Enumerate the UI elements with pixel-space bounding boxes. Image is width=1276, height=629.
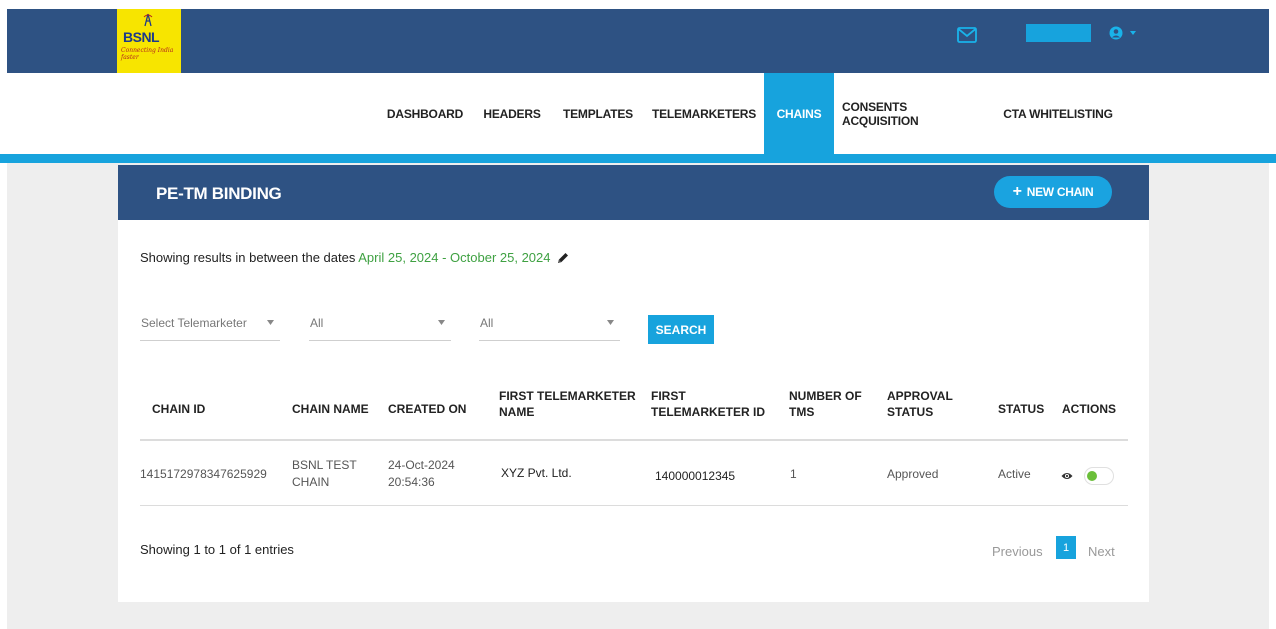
chevron-down-icon (607, 320, 614, 325)
cell-chain-name-line1: BSNL TEST (292, 458, 357, 472)
nav-telemarketers[interactable]: TELEMARKETERS (652, 73, 756, 154)
chevron-down-icon (438, 320, 445, 325)
col-header-first-tm-name-line1: FIRST TELEMARKETER (499, 389, 636, 403)
pagination-previous[interactable]: Previous (992, 544, 1043, 559)
col-header-approval-status-line1: APPROVAL (887, 389, 953, 403)
user-icon[interactable] (1109, 26, 1123, 40)
col-header-chain-id: CHAIN ID (152, 402, 206, 416)
top-bar: BSNL Connecting India faster (7, 9, 1269, 73)
date-prefix: Showing results in between the dates (140, 250, 356, 265)
col-header-approval-status: APPROVAL STATUS (887, 388, 953, 420)
nav-cta-whitelisting[interactable]: CTA WHITELISTING (1000, 73, 1116, 154)
nav-dashboard[interactable]: DASHBOARD (382, 73, 468, 154)
status-toggle[interactable] (1084, 467, 1114, 485)
col-header-first-tm-id-line1: FIRST (651, 389, 686, 403)
col-header-number-of-tms-line1: NUMBER OF (789, 389, 862, 403)
main-nav: DASHBOARD HEADERS TEMPLATES TELEMARKETER… (0, 73, 1276, 154)
date-range-value[interactable]: April 25, 2024 - October 25, 2024 (358, 250, 550, 265)
page-title: PE-TM BINDING (156, 184, 282, 203)
cell-created-time: 20:54:36 (388, 475, 435, 489)
new-chain-label: NEW CHAIN (1026, 185, 1094, 199)
col-header-first-tm-id-line2: TELEMARKETER ID (651, 405, 765, 419)
telemarketer-select-value: Select Telemarketer (141, 316, 247, 330)
col-header-approval-status-line2: STATUS (887, 405, 934, 419)
table-row-divider (140, 505, 1128, 506)
col-header-chain-name: CHAIN NAME (292, 402, 369, 416)
mail-icon[interactable] (957, 27, 977, 43)
nav-chains[interactable]: CHAINS (764, 73, 834, 154)
chevron-down-icon (267, 320, 274, 325)
nav-consents-acquisition[interactable]: CONSENTS ACQUISITION (842, 73, 986, 154)
pagination-next[interactable]: Next (1088, 544, 1115, 559)
cell-approval-status: Approved (887, 467, 939, 481)
filter-select-2[interactable]: All (309, 306, 451, 341)
search-button[interactable]: SEARCH (648, 315, 714, 344)
cell-chain-name: BSNL TEST CHAIN (292, 457, 357, 491)
card-header: PE-TM BINDING + NEW CHAIN (118, 165, 1149, 220)
cell-number-of-tms: 1 (790, 467, 797, 481)
col-header-status: STATUS (998, 402, 1045, 416)
plus-icon: + (1012, 183, 1022, 200)
cell-first-tm-id: 140000012345 (655, 469, 736, 483)
col-header-first-tm-name: FIRST TELEMARKETER NAME (499, 388, 636, 420)
col-header-number-of-tms-line2: TMS (789, 405, 815, 419)
logo-text: BSNL (123, 29, 160, 45)
cell-first-tm-name: XYZ Pvt. Ltd. (501, 466, 572, 480)
col-header-actions: ACTIONS (1062, 402, 1116, 416)
caret-down-icon[interactable] (1130, 31, 1136, 35)
table-header-divider (140, 439, 1128, 441)
nav-templates[interactable]: TEMPLATES (558, 73, 638, 154)
col-header-created-on: CREATED ON (388, 402, 467, 416)
cell-created-date: 24-Oct-2024 (388, 458, 455, 472)
pencil-icon[interactable] (556, 251, 570, 265)
pagination-page-1[interactable]: 1 (1056, 536, 1076, 559)
cell-chain-name-line2: CHAIN (292, 475, 330, 489)
tower-icon (143, 13, 153, 27)
filter-select-2-value: All (310, 316, 324, 330)
new-chain-button[interactable]: + NEW CHAIN (994, 176, 1112, 208)
nav-headers[interactable]: HEADERS (480, 73, 544, 154)
bsnl-logo[interactable]: BSNL Connecting India faster (117, 9, 181, 73)
logo-tagline: Connecting India faster (121, 47, 174, 61)
col-header-number-of-tms: NUMBER OF TMS (789, 388, 862, 420)
filter-select-3[interactable]: All (479, 306, 620, 341)
cell-chain-id: 14151729783476259​29 (140, 467, 267, 481)
date-range-text: Showing results in between the dates Apr… (140, 250, 551, 265)
filter-select-3-value: All (480, 316, 494, 330)
cell-created-on: 24-Oct-2024 20:54:36 (388, 457, 455, 491)
entries-info: Showing 1 to 1 of 1 entries (140, 542, 294, 557)
telemarketer-select[interactable]: Select Telemarketer (140, 306, 280, 341)
cell-status: Active (998, 467, 1031, 481)
col-header-first-tm-name-line2: NAME (499, 405, 535, 419)
username-box[interactable] (1026, 24, 1091, 42)
col-header-first-tm-id: FIRST TELEMARKETER ID (651, 388, 765, 420)
toggle-thumb (1087, 471, 1097, 481)
eye-icon[interactable] (1061, 471, 1073, 481)
nav-strip (0, 154, 1276, 163)
pe-tm-binding-card: PE-TM BINDING + NEW CHAIN Showing result… (118, 165, 1149, 602)
